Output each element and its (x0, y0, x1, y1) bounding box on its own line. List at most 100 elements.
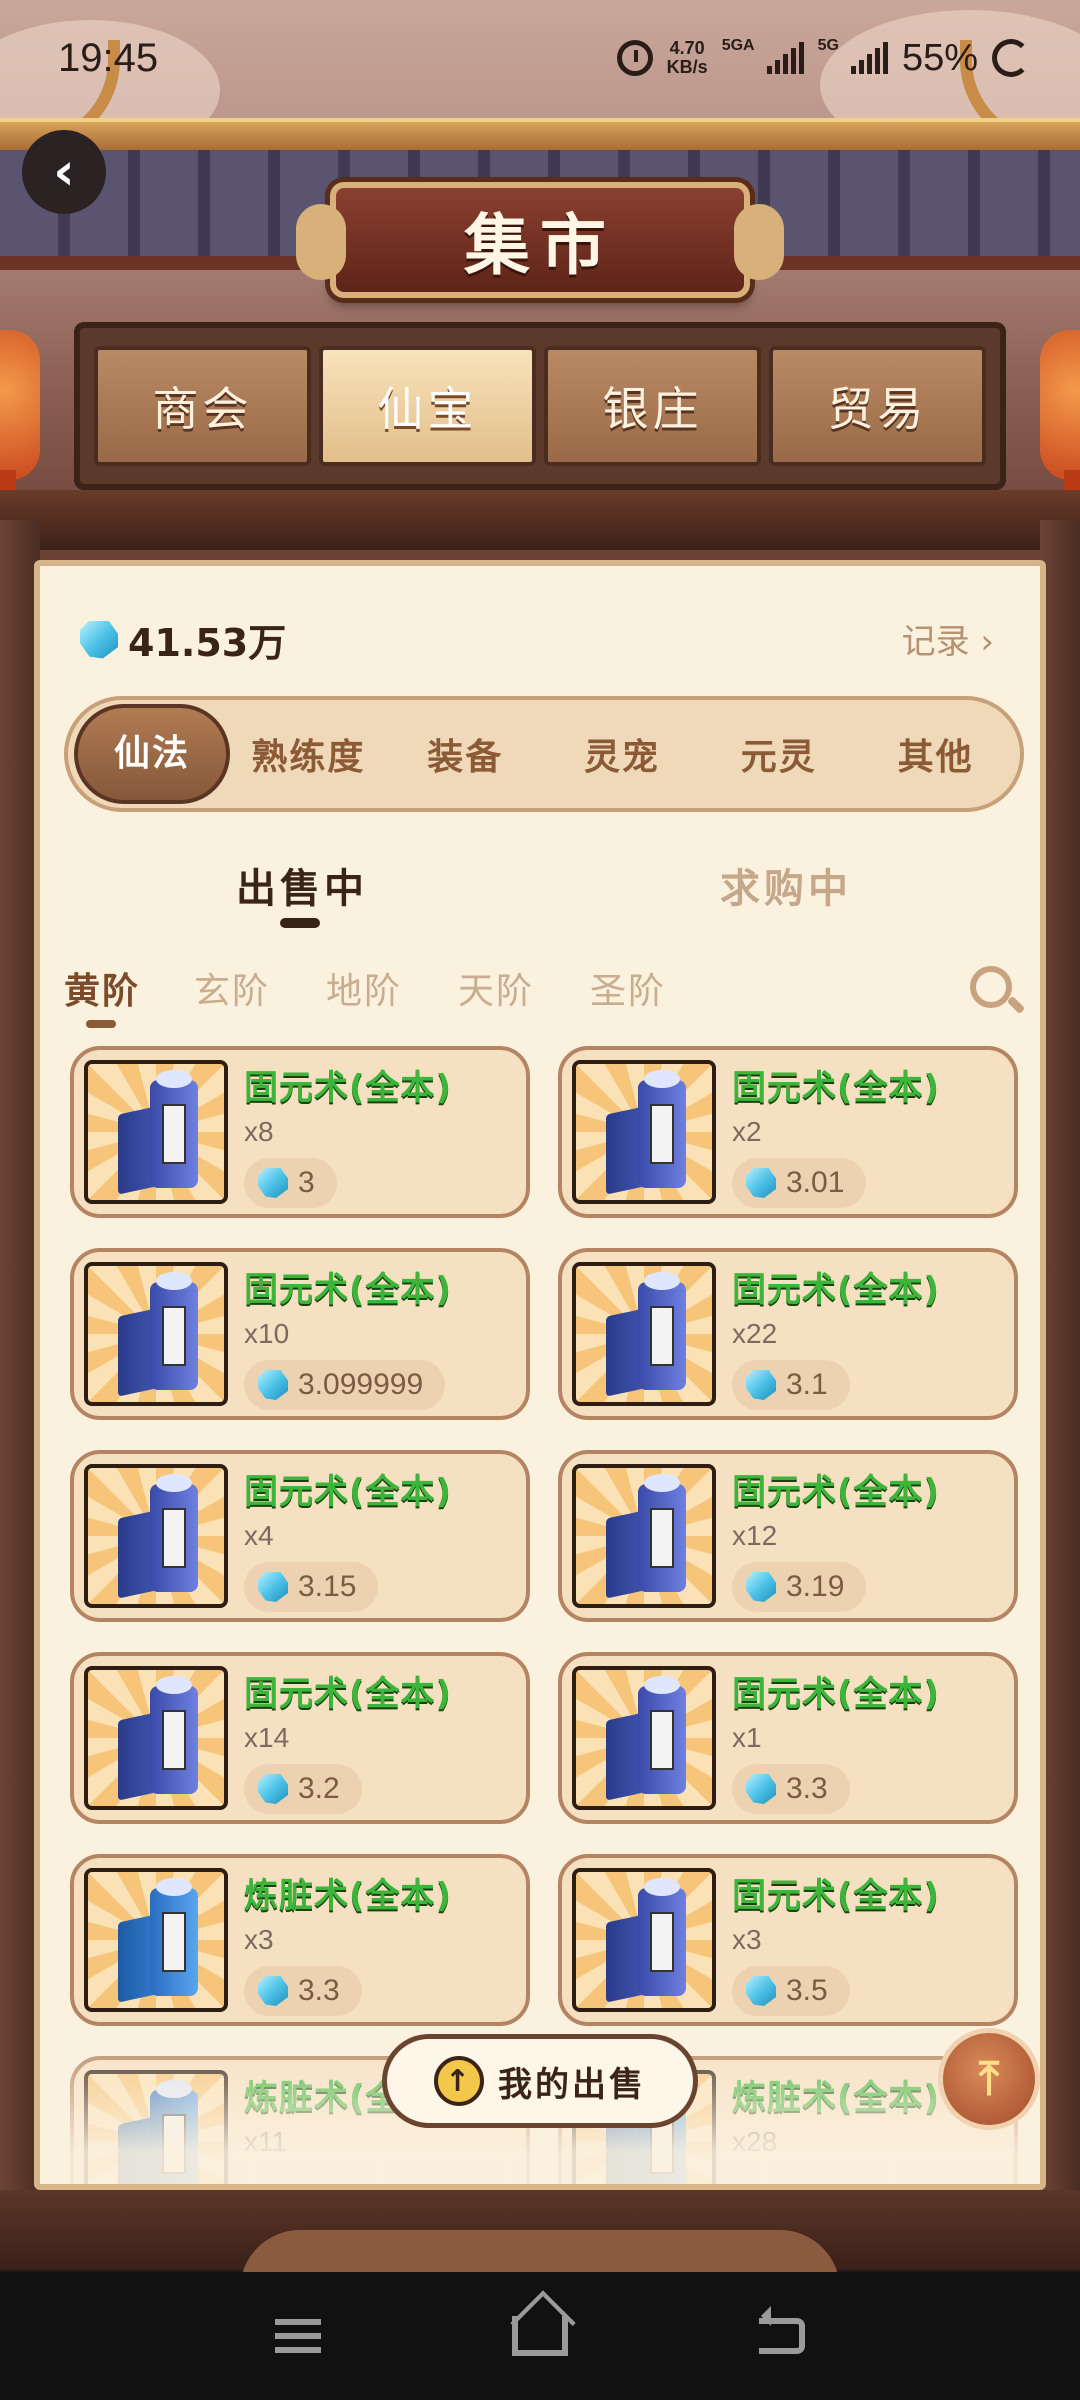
network-speed: 4.70 KB/s (667, 39, 708, 77)
item-price: 3.099999 (244, 1360, 446, 1410)
category-lingchong[interactable]: 灵宠 (544, 728, 701, 780)
item-price-value: 3.5 (786, 1974, 828, 2007)
scroll-to-top-button[interactable]: ⤒ (938, 2028, 1040, 2130)
frame-right (1040, 520, 1080, 2260)
item-card[interactable]: 固元术(全本) x4 3.15 (70, 1450, 530, 1622)
tab-maoyi[interactable]: 贸易 (769, 346, 986, 466)
item-quantity: x1 (732, 1722, 762, 1753)
tier-tian[interactable]: 天阶 (458, 962, 534, 1014)
chevron-left-icon: ‹ (53, 142, 75, 202)
item-name: 固元术(全本) (732, 1068, 941, 1108)
home-icon[interactable] (511, 2316, 568, 2356)
network-speed-unit: KB/s (666, 57, 708, 77)
signal-2-icon (850, 42, 888, 74)
signal-2-label: 5G (817, 36, 839, 54)
gem-icon (258, 1572, 288, 1602)
item-name: 固元术(全本) (244, 1270, 453, 1310)
tab-shanghui[interactable]: 商会 (94, 346, 311, 466)
status-time: 19:45 (58, 35, 159, 80)
category-yuanling[interactable]: 元灵 (700, 728, 857, 780)
my-sales-button[interactable]: ↑ 我的出售 (382, 2034, 698, 2128)
item-quantity: x3 (244, 1924, 274, 1955)
item-card[interactable]: 固元术(全本) x22 3.1 (558, 1248, 1018, 1420)
gem-icon (746, 1774, 776, 1804)
tier-underline (86, 1020, 116, 1028)
item-quantity: x22 (732, 1318, 778, 1349)
balance-display: 41.53万 (80, 612, 286, 667)
tier-di[interactable]: 地阶 (326, 962, 402, 1014)
item-card[interactable]: 炼脏术(全本) x3 3.3 (70, 1854, 530, 2026)
tier-filter: 黄阶 玄阶 地阶 天阶 圣阶 (64, 962, 1024, 1032)
item-card[interactable]: 固元术(全本) x14 3.2 (70, 1652, 530, 1824)
item-card[interactable]: 固元术(全本) x8 3 (70, 1046, 530, 1218)
tab-selling[interactable]: 出售中 (236, 856, 368, 914)
back-button[interactable]: ‹ (22, 130, 106, 214)
item-name: 固元术(全本) (732, 1876, 941, 1916)
item-price-value: 3.3 (298, 1974, 340, 2007)
menu-icon[interactable] (275, 2319, 322, 2353)
category-shuliandu[interactable]: 熟练度 (230, 728, 387, 780)
item-quantity: x8 (244, 1116, 274, 1147)
scroll-item-icon (572, 1868, 716, 2012)
scroll-item-icon (84, 1666, 228, 1810)
signal-1-icon (766, 42, 804, 74)
market-panel: 41.53万 记录 › 仙法 熟练度 装备 灵宠 元灵 其他 出售中 求购中 黄… (34, 560, 1046, 2190)
item-name: 固元术(全本) (732, 1472, 941, 1512)
item-card[interactable]: 固元术(全本) x10 3.099999 (70, 1248, 530, 1420)
item-price-value: 3.15 (298, 1570, 357, 1603)
network-speed-value: 4.70 (669, 38, 705, 58)
gem-icon (258, 1370, 288, 1400)
status-bar: 19:45 4.70 KB/s 5GA 5G 55% (0, 0, 1080, 116)
item-name: 固元术(全本) (244, 1068, 453, 1108)
category-qita[interactable]: 其他 (857, 728, 1014, 780)
category-zhuangbei[interactable]: 装备 (387, 728, 544, 780)
market-tabs: 出售中 求购中 (40, 856, 1040, 936)
item-price: 3.19 (732, 1562, 867, 1612)
category-bar: 仙法 熟练度 装备 灵宠 元灵 其他 (64, 696, 1024, 812)
arrow-up-icon: ↑ (434, 2056, 484, 2106)
balance-value: 41.53万 (128, 621, 287, 665)
tab-yinzhuang[interactable]: 银庄 (544, 346, 761, 466)
tier-huang[interactable]: 黄阶 (64, 962, 140, 1014)
lantern-right (1040, 330, 1080, 570)
item-quantity: x3 (732, 1924, 762, 1955)
scroll-item-icon (84, 1868, 228, 2012)
item-price: 3.3 (732, 1764, 850, 1814)
item-name: 固元术(全本) (732, 1270, 941, 1310)
page-title: 集市 (464, 207, 616, 284)
item-price-value: 3.01 (786, 1166, 845, 1199)
scroll-top-icon: ⤒ (978, 2051, 1000, 2105)
item-name: 炼脏术(全本) (244, 1876, 453, 1916)
item-card[interactable]: 固元术(全本) x3 3.5 (558, 1854, 1018, 2026)
search-icon[interactable] (970, 966, 1012, 1008)
tab-underline (280, 918, 320, 928)
battery-icon (992, 39, 1030, 77)
category-xianfa[interactable]: 仙法 (74, 704, 230, 804)
gem-icon (258, 1774, 288, 1804)
tab-xianbao[interactable]: 仙宝 (319, 346, 536, 466)
gem-icon (746, 1370, 776, 1400)
gem-icon (80, 620, 118, 659)
gem-icon (746, 1976, 776, 2006)
item-name: 固元术(全本) (244, 1472, 453, 1512)
item-card[interactable]: 固元术(全本) x12 3.19 (558, 1450, 1018, 1622)
item-price-value: 3.3 (786, 1772, 828, 1805)
item-quantity: x12 (732, 1520, 778, 1551)
system-nav-bar (0, 2272, 1080, 2400)
back-icon[interactable] (758, 2306, 805, 2354)
item-quantity: x14 (244, 1722, 290, 1753)
item-card[interactable]: 固元术(全本) x2 3.01 (558, 1046, 1018, 1218)
item-price-value: 3 (298, 1166, 315, 1199)
tier-sheng[interactable]: 圣阶 (590, 962, 666, 1014)
item-card[interactable]: 固元术(全本) x1 3.3 (558, 1652, 1018, 1824)
tab-buying[interactable]: 求购中 (720, 856, 852, 914)
item-quantity: x2 (732, 1116, 762, 1147)
gem-icon (746, 1168, 776, 1198)
records-link[interactable]: 记录 › (902, 614, 994, 663)
scroll-item-icon (572, 1262, 716, 1406)
battery-percentage: 55% (901, 36, 978, 79)
item-name: 固元术(全本) (732, 1674, 941, 1714)
gem-icon (258, 1976, 288, 2006)
item-price: 3.01 (732, 1158, 867, 1208)
tier-xuan[interactable]: 玄阶 (194, 962, 270, 1014)
